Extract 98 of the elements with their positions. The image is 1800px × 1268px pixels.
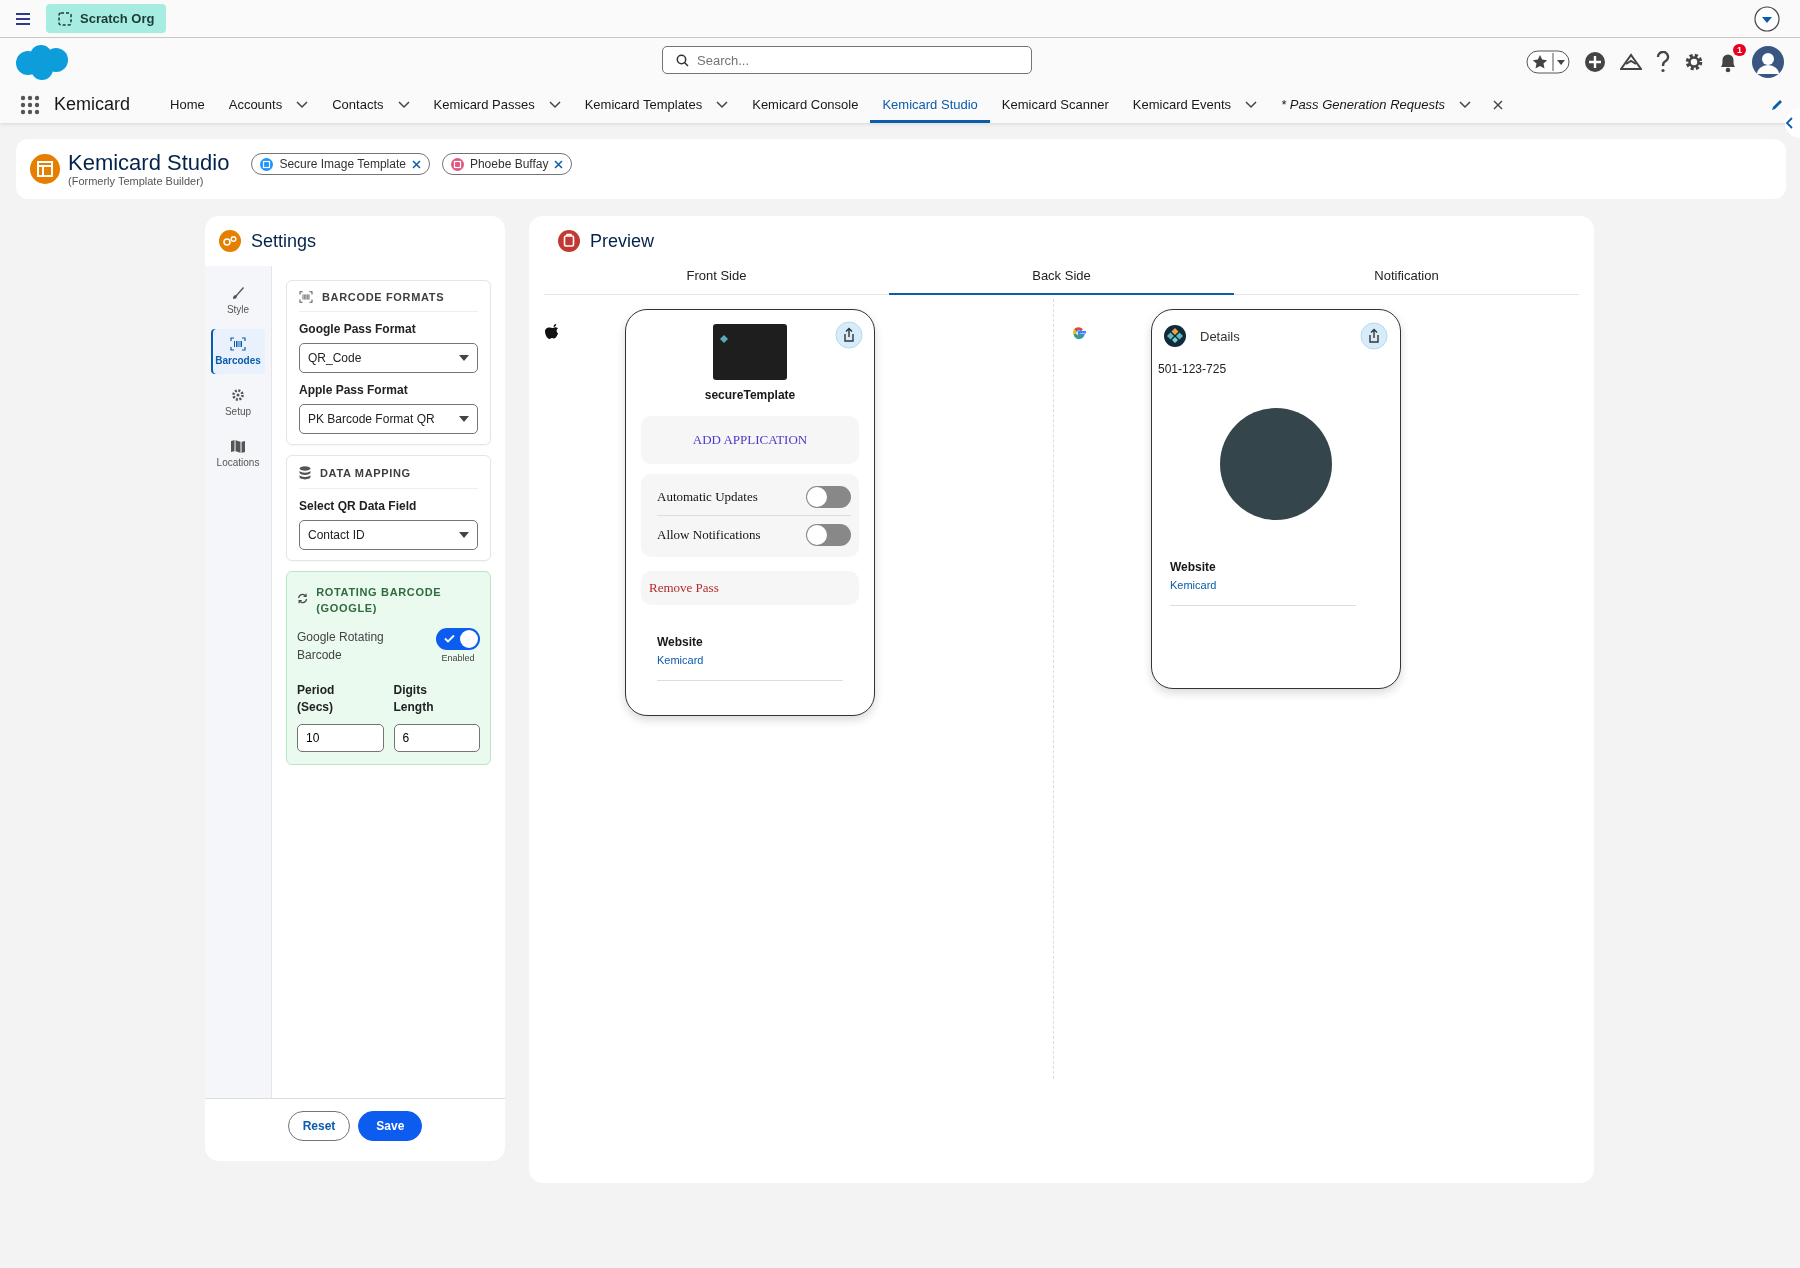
share-icon[interactable]: [835, 321, 863, 349]
website-link[interactable]: Kemicard: [1170, 579, 1356, 591]
page-title: Kemicard Studio: [68, 151, 230, 175]
layout-icon: [30, 154, 60, 184]
chevron-down-icon[interactable]: [548, 100, 561, 109]
toggle-label: Google Rotating Barcode: [297, 629, 385, 664]
field-label: Period (Secs): [297, 682, 336, 716]
map-icon: [230, 439, 246, 453]
toggle-switch[interactable]: [806, 523, 851, 546]
chevron-down-icon[interactable]: [296, 100, 309, 109]
add-icon[interactable]: [1584, 51, 1606, 73]
chevron-down-icon[interactable]: [1245, 100, 1258, 109]
section-title: DATA MAPPING: [320, 467, 411, 479]
settings-icon[interactable]: [1684, 52, 1704, 72]
nav-tab[interactable]: Kemicard Events: [1132, 97, 1232, 112]
check-icon: [444, 634, 455, 643]
gears-icon: [219, 230, 241, 252]
settings-tab[interactable]: Barcodes: [211, 329, 265, 374]
scratch-org-badge[interactable]: Scratch Org: [46, 4, 167, 33]
refresh-icon: [297, 592, 309, 605]
caret-icon: [459, 416, 469, 422]
template-name: secureTemplate: [704, 388, 796, 402]
number-field[interactable]: 10: [297, 724, 384, 752]
app-launcher-icon[interactable]: [20, 94, 40, 115]
field-label: Select QR Data Field: [299, 499, 418, 513]
section-title: BARCODE FORMATS: [322, 291, 445, 303]
nav-tab[interactable]: Kemicard Scanner: [1001, 97, 1109, 112]
field-label: Website: [1170, 560, 1217, 574]
add-application-button[interactable]: ADD APPLICATION: [641, 416, 859, 464]
pass-number: 501-123-725: [1158, 362, 1228, 376]
chevron-down-icon[interactable]: [397, 100, 410, 109]
preview-tab[interactable]: Front Side: [544, 260, 889, 295]
dropdown-field[interactable]: QR_Code: [299, 343, 478, 373]
toggle-status: Enabled: [441, 653, 475, 663]
record-icon: [260, 157, 274, 171]
nav-tab[interactable]: Kemicard Templates: [584, 97, 703, 112]
brush-icon: [231, 286, 245, 300]
settings-tab[interactable]: Style: [211, 278, 265, 323]
chevron-down-icon[interactable]: [1459, 100, 1472, 109]
preview-icon: [558, 230, 580, 252]
field-label: Google Pass Format: [299, 322, 417, 336]
close-icon[interactable]: [1493, 99, 1504, 110]
page-subtitle: (Formerly Template Builder): [68, 175, 205, 187]
cloud-logo-icon[interactable]: [14, 43, 70, 81]
menu-icon[interactable]: [16, 12, 30, 25]
section-title: ROTATING BARCODE (GOOGLE): [316, 585, 443, 616]
logo-icon: [1164, 325, 1186, 347]
settings-tab[interactable]: Setup: [211, 380, 265, 425]
nav-tab[interactable]: Contacts: [332, 97, 384, 112]
nav-tab[interactable]: Home: [170, 97, 205, 112]
panel-title: Settings: [251, 230, 317, 252]
gear-icon: [231, 388, 245, 402]
chevron-down-icon[interactable]: [716, 100, 729, 109]
record-icon: [450, 157, 464, 171]
nav-tab[interactable]: Kemicard Passes: [433, 97, 535, 112]
pill-label: Secure Image Template: [279, 157, 406, 171]
nav-tab[interactable]: Accounts: [228, 97, 283, 112]
field-label: Apple Pass Format: [299, 383, 409, 397]
reset-button[interactable]: Reset: [287, 1111, 351, 1141]
save-button[interactable]: Save: [358, 1111, 423, 1141]
app-name: Kemicard: [54, 94, 131, 115]
pill-label: Phoebe Buffay: [469, 157, 549, 171]
search-field[interactable]: Search...: [662, 46, 1032, 74]
barcode-icon: [299, 291, 313, 303]
dropdown-field[interactable]: PK Barcode Format QR: [299, 404, 478, 434]
field-label: Website: [657, 635, 704, 649]
preview-tab[interactable]: Back Side: [889, 260, 1234, 295]
avatar-icon[interactable]: [1752, 46, 1784, 78]
barcode-icon: [230, 337, 246, 351]
pass-title: Details: [1200, 328, 1240, 344]
dropdown-icon[interactable]: [1754, 5, 1780, 32]
toggle-label: Automatic Updates: [657, 488, 758, 505]
notification-count: 1: [1733, 44, 1746, 56]
preview-tab[interactable]: Notification: [1234, 260, 1579, 295]
favorites-icon[interactable]: [1526, 50, 1570, 74]
nav-tab[interactable]: Kemicard Console: [752, 97, 859, 112]
number-field[interactable]: 6: [393, 724, 480, 752]
database-icon: [299, 466, 311, 480]
dropdown-field[interactable]: Contact ID: [299, 520, 478, 550]
settings-tab[interactable]: Locations: [211, 431, 265, 476]
caret-icon: [459, 532, 469, 538]
help-icon[interactable]: [1656, 51, 1670, 73]
pencil-icon[interactable]: [1770, 97, 1784, 112]
mountain-icon[interactable]: [1620, 52, 1642, 72]
panel-title: Preview: [590, 230, 655, 252]
remove-pass-button[interactable]: Remove Pass: [641, 571, 859, 605]
remove-icon[interactable]: [554, 159, 564, 169]
share-icon[interactable]: [1360, 322, 1388, 350]
nav-tab[interactable]: Kemicard Studio: [882, 97, 978, 112]
caret-icon: [459, 355, 469, 361]
website-link[interactable]: Kemicard: [657, 654, 843, 666]
field-label: Digits Length: [393, 682, 435, 716]
remove-icon[interactable]: [411, 159, 421, 169]
search-icon: [676, 54, 689, 67]
toggle-label: Allow Notifications: [657, 526, 761, 543]
toggle-switch[interactable]: [436, 628, 480, 650]
nav-tab[interactable]: * Pass Generation Requests: [1281, 97, 1446, 112]
toggle-switch[interactable]: [806, 485, 851, 508]
